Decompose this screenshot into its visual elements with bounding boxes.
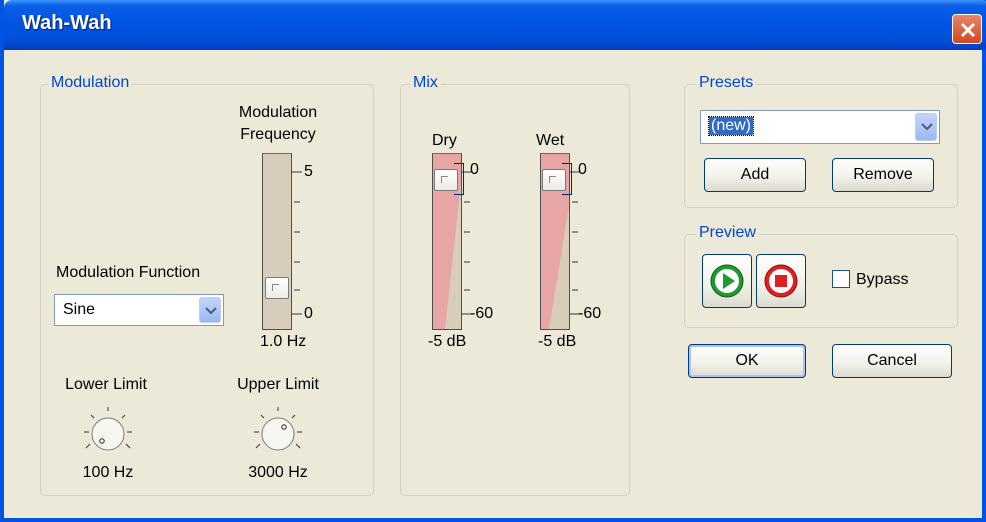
stop-icon xyxy=(764,264,798,298)
dry-thumb[interactable] xyxy=(434,169,458,191)
close-icon xyxy=(960,22,976,38)
ok-button[interactable]: OK xyxy=(688,344,806,378)
wah-wah-dialog: Wah-Wah Modulation Modulation Frequency … xyxy=(0,0,986,522)
dropdown-button[interactable] xyxy=(199,297,221,323)
dropdown-button[interactable] xyxy=(915,113,937,141)
modulation-frequency-max: 5 xyxy=(304,163,313,180)
dry-scale-max: 0 xyxy=(470,161,479,178)
mix-legend: Mix xyxy=(410,74,441,92)
cancel-button[interactable]: Cancel xyxy=(832,344,952,378)
play-icon xyxy=(710,264,744,298)
modulation-frequency-thumb[interactable] xyxy=(265,277,289,299)
modulation-frequency-value: 1.0 Hz xyxy=(260,333,307,350)
presets-legend: Presets xyxy=(696,74,757,92)
bypass-label: Bypass xyxy=(856,271,909,288)
dry-ticks xyxy=(462,171,472,315)
modulation-frequency-min: 0 xyxy=(304,305,313,322)
modulation-function-select[interactable]: Sine xyxy=(54,294,224,326)
dry-value: -5 dB xyxy=(428,333,467,350)
knob-dial-icon xyxy=(254,407,302,451)
upper-limit-knob[interactable] xyxy=(248,404,308,460)
dry-label: Dry xyxy=(432,132,457,149)
modulation-legend: Modulation xyxy=(48,74,133,92)
title-bar[interactable]: Wah-Wah xyxy=(4,0,986,50)
wet-value: -5 dB xyxy=(538,333,577,350)
close-button[interactable] xyxy=(952,14,982,44)
modulation-frequency-ticks xyxy=(292,171,302,315)
presets-selected-value: (new) xyxy=(707,116,755,136)
modulation-function-label: Modulation Function xyxy=(56,264,201,281)
wet-label: Wet xyxy=(536,132,565,149)
chevron-down-icon xyxy=(921,123,933,131)
window-title: Wah-Wah xyxy=(22,12,112,34)
upper-limit-value: 3000 Hz xyxy=(248,464,308,481)
lower-limit-value: 100 Hz xyxy=(82,464,134,481)
wet-thumb[interactable] xyxy=(542,169,566,191)
play-button[interactable] xyxy=(702,254,752,308)
wet-scale-max: 0 xyxy=(578,161,587,178)
wet-scale-min: -60 xyxy=(578,305,602,322)
dry-scale-min: -60 xyxy=(470,305,494,322)
chevron-down-icon xyxy=(205,307,217,315)
add-preset-button[interactable]: Add xyxy=(704,158,806,192)
upper-limit-label: Upper Limit xyxy=(237,376,319,393)
remove-preset-button[interactable]: Remove xyxy=(832,158,934,192)
stop-button[interactable] xyxy=(756,254,806,308)
presets-select[interactable]: (new) xyxy=(700,110,940,144)
modulation-function-value: Sine xyxy=(63,301,96,318)
wet-ticks xyxy=(570,171,580,315)
bypass-checkbox[interactable] xyxy=(832,270,850,288)
modulation-frequency-label-line2: Frequency xyxy=(240,126,316,143)
modulation-frequency-label-line1: Modulation xyxy=(238,104,318,121)
knob-dial-icon xyxy=(84,407,132,451)
lower-limit-label: Lower Limit xyxy=(65,376,147,393)
lower-limit-knob[interactable] xyxy=(78,404,138,460)
preview-legend: Preview xyxy=(696,224,759,242)
